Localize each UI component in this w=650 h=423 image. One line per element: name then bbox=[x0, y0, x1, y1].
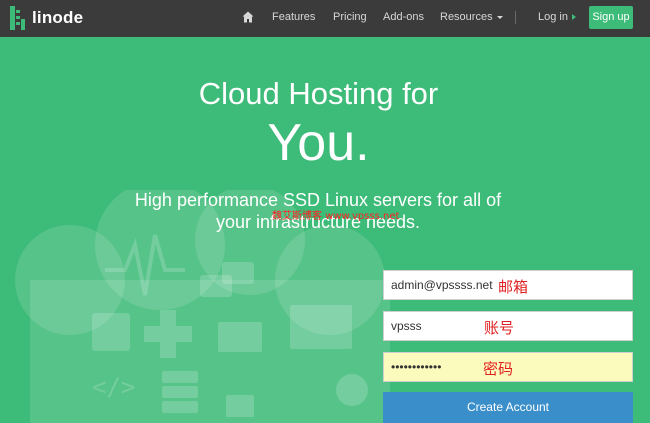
nav-resources-label: Resources bbox=[440, 11, 493, 23]
password-input[interactable] bbox=[384, 353, 632, 381]
login-link[interactable]: Log in bbox=[538, 11, 576, 23]
lock-icon bbox=[226, 395, 254, 417]
browser-window-icon bbox=[290, 305, 352, 349]
hero-heading-emphasis: You. bbox=[267, 114, 370, 172]
chevron-right-icon bbox=[571, 14, 576, 21]
email-field[interactable] bbox=[383, 270, 633, 300]
chevron-down-icon bbox=[496, 15, 503, 19]
shopping-bag-icon bbox=[92, 313, 130, 351]
home-icon[interactable] bbox=[242, 11, 254, 23]
code-icon: </> bbox=[92, 373, 135, 401]
watermark-text: 魏艾斯博客 www.vpsss.net bbox=[272, 211, 400, 222]
nav-resources[interactable]: Resources bbox=[440, 11, 503, 23]
linode-logo[interactable]: linode bbox=[8, 6, 83, 30]
nav-features[interactable]: Features bbox=[272, 11, 315, 23]
username-field[interactable] bbox=[383, 311, 633, 341]
nav-pricing[interactable]: Pricing bbox=[333, 11, 367, 23]
signup-button[interactable]: Sign up bbox=[589, 6, 633, 29]
create-account-button[interactable]: Create Account bbox=[383, 392, 633, 423]
logo-text: linode bbox=[32, 8, 84, 27]
linode-logo-mark-icon bbox=[8, 6, 28, 30]
password-field[interactable] bbox=[383, 352, 633, 382]
nav-addons[interactable]: Add-ons bbox=[383, 11, 424, 23]
top-navbar: linode Features Pricing Add-ons Resource… bbox=[0, 0, 650, 37]
username-input[interactable] bbox=[384, 312, 632, 340]
email-input[interactable] bbox=[384, 271, 632, 299]
login-label: Log in bbox=[538, 11, 568, 23]
gear-icon bbox=[336, 374, 368, 406]
server-stack-icon bbox=[162, 371, 198, 383]
hero-heading: Cloud Hosting for bbox=[198, 76, 439, 111]
mail-icon bbox=[218, 322, 262, 352]
nav-divider bbox=[515, 11, 516, 24]
